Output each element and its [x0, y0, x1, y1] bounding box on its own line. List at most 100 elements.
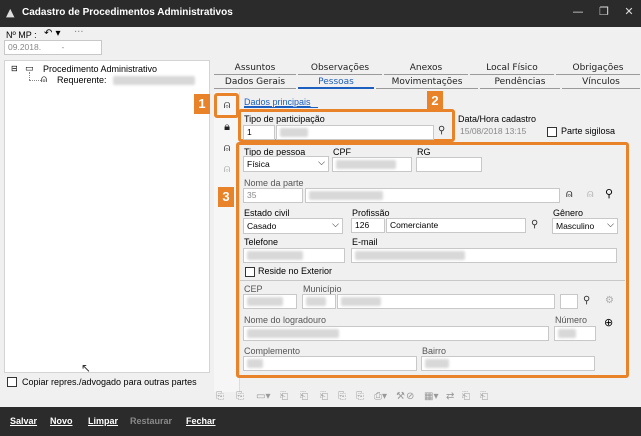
person-lock-icon[interactable]: 🔒︎: [219, 119, 235, 135]
tree-root-label[interactable]: Procedimento Administrativo: [43, 64, 157, 74]
tab-pendencias[interactable]: Pendências: [480, 77, 560, 89]
profissao-label: Profissão: [352, 208, 390, 218]
undo-icon[interactable]: ↶ ▾: [44, 28, 61, 39]
municipio-code-field: [302, 294, 336, 309]
tab-local-fisico[interactable]: Local Físico: [470, 63, 554, 75]
restaurar-button[interactable]: Restaurar: [130, 416, 172, 426]
document-icon[interactable]: ⎗: [280, 391, 288, 402]
window-icon[interactable]: ▭▾: [256, 391, 270, 402]
mp-number-field[interactable]: 09.2018. -: [4, 40, 102, 55]
tab-pessoas[interactable]: Pessoas: [298, 77, 374, 89]
mouse-cursor-icon: ↖: [81, 361, 92, 375]
tipo-participacao-code: 1: [247, 127, 252, 137]
redacted-text: [558, 329, 576, 339]
person-remove-icon[interactable]: ⍝: [219, 140, 235, 156]
municipio-name-field: [337, 294, 555, 309]
transfer-icon[interactable]: ⇄: [446, 391, 454, 402]
fechar-button[interactable]: Fechar: [186, 416, 216, 426]
email-field[interactable]: [351, 248, 617, 263]
profissao-name-field[interactable]: Comerciante: [386, 218, 526, 233]
copy-icon[interactable]: ⎘: [338, 391, 346, 402]
tab-vinculos[interactable]: Vínculos: [562, 77, 640, 89]
tool-icon[interactable]: ⚒: [396, 391, 405, 402]
restore-icon[interactable]: ❐: [597, 5, 611, 19]
tree-line: [29, 72, 30, 80]
chevron-down-icon: ⌵: [318, 157, 325, 167]
tipo-pessoa-select[interactable]: Física ⌵: [243, 156, 329, 172]
tab-assuntos[interactable]: Assuntos: [214, 63, 296, 75]
subtab-dados-principais[interactable]: Dados principais: [244, 97, 311, 107]
tree-child-label[interactable]: Requerente:: [57, 75, 196, 86]
chevron-down-icon: ⌵: [332, 219, 339, 229]
redacted-text: [247, 359, 263, 369]
redacted-text: [306, 297, 326, 307]
estado-civil-select[interactable]: Casado ⌵: [243, 218, 343, 234]
copy-checkbox[interactable]: [7, 377, 17, 387]
mp-label: Nº MP :: [6, 30, 37, 40]
profissao-code-field[interactable]: 126: [351, 218, 385, 233]
location-icon[interactable]: ⚙: [605, 295, 614, 306]
nome-parte-code-field: 35: [243, 188, 303, 203]
tab-anexos[interactable]: Anexos: [384, 63, 468, 75]
ellipsis-icon[interactable]: ···: [74, 27, 84, 38]
search-icon[interactable]: ⚲: [531, 219, 538, 230]
close-icon[interactable]: ✕: [622, 5, 636, 19]
novo-button[interactable]: Novo: [50, 416, 73, 426]
redacted-text: [247, 329, 339, 339]
redacted-text: [309, 191, 383, 201]
search-icon[interactable]: ⚲: [438, 125, 445, 136]
estado-civil-label: Estado civil: [244, 208, 290, 218]
cpf-field[interactable]: [332, 157, 412, 172]
copy-icon[interactable]: ⎘: [216, 391, 224, 402]
tab-obrigacoes[interactable]: Obrigações: [556, 63, 640, 75]
rg-label: RG: [417, 147, 431, 157]
redacted-text: [280, 128, 308, 138]
redacted-text: [336, 160, 396, 170]
logradouro-field: [243, 326, 549, 341]
minimize-icon[interactable]: —: [571, 5, 585, 19]
tab-dados-gerais[interactable]: Dados Gerais: [214, 77, 296, 89]
limpar-button[interactable]: Limpar: [88, 416, 118, 426]
tab-movimentacoes[interactable]: Movimentações: [376, 77, 478, 89]
person-unlock-icon[interactable]: ⍝: [219, 97, 235, 113]
calendar-icon[interactable]: ▦▾: [424, 391, 438, 402]
telefone-field[interactable]: [243, 248, 345, 263]
map-add-icon[interactable]: ⊕: [604, 316, 613, 329]
document-icon[interactable]: ⎗: [300, 391, 308, 402]
redacted-text: [247, 251, 303, 261]
print-icon[interactable]: ⎙▾: [374, 391, 387, 402]
rg-field[interactable]: [416, 157, 482, 172]
copy-label: Copiar repres./advogado para outras part…: [22, 377, 197, 387]
bottom-bar: Salvar Novo Limpar Restaurar Fechar: [0, 407, 641, 436]
search-icon[interactable]: ⚲: [583, 295, 590, 306]
copy-icon[interactable]: ⎘: [236, 391, 244, 402]
logradouro-label: Nome do logradouro: [244, 315, 327, 325]
person-edit-icon[interactable]: ⍝: [587, 187, 594, 201]
subtab-underline: [244, 107, 318, 108]
salvar-button[interactable]: Salvar: [10, 416, 37, 426]
parte-sigilosa-checkbox[interactable]: [547, 127, 557, 137]
chevron-down-icon: ⌵: [607, 219, 614, 229]
document-icon[interactable]: ⎗: [480, 391, 488, 402]
nome-parte-label: Nome da parte: [244, 178, 304, 188]
tab-observacoes[interactable]: Observações: [298, 63, 382, 75]
document-icon[interactable]: ⎗: [320, 391, 328, 402]
complemento-label: Complemento: [244, 346, 301, 356]
tree-toggle-icon[interactable]: ⊟: [11, 64, 18, 73]
uf-field: [560, 294, 578, 309]
genero-value: Masculino: [556, 221, 595, 231]
document-icon[interactable]: ⎗: [462, 391, 470, 402]
nome-parte-code: 35: [247, 190, 257, 200]
person-search-icon[interactable]: ⚲: [605, 187, 613, 200]
genero-select[interactable]: Masculino ⌵: [552, 218, 618, 234]
complemento-field: [243, 356, 417, 371]
cpf-label: CPF: [333, 147, 351, 157]
copy-icon[interactable]: ⎘: [356, 391, 364, 402]
person-add-icon[interactable]: ⍝: [566, 187, 573, 201]
tabs-row-1: Assuntos Observações Anexos Local Físico…: [214, 63, 640, 75]
person-search-icon[interactable]: ⍝: [219, 161, 235, 177]
tipo-participacao-name-field[interactable]: [276, 125, 434, 140]
tipo-participacao-code-field[interactable]: 1: [243, 125, 275, 140]
check-circle-icon[interactable]: ⊘: [406, 391, 414, 402]
reside-exterior-checkbox[interactable]: [245, 267, 255, 277]
